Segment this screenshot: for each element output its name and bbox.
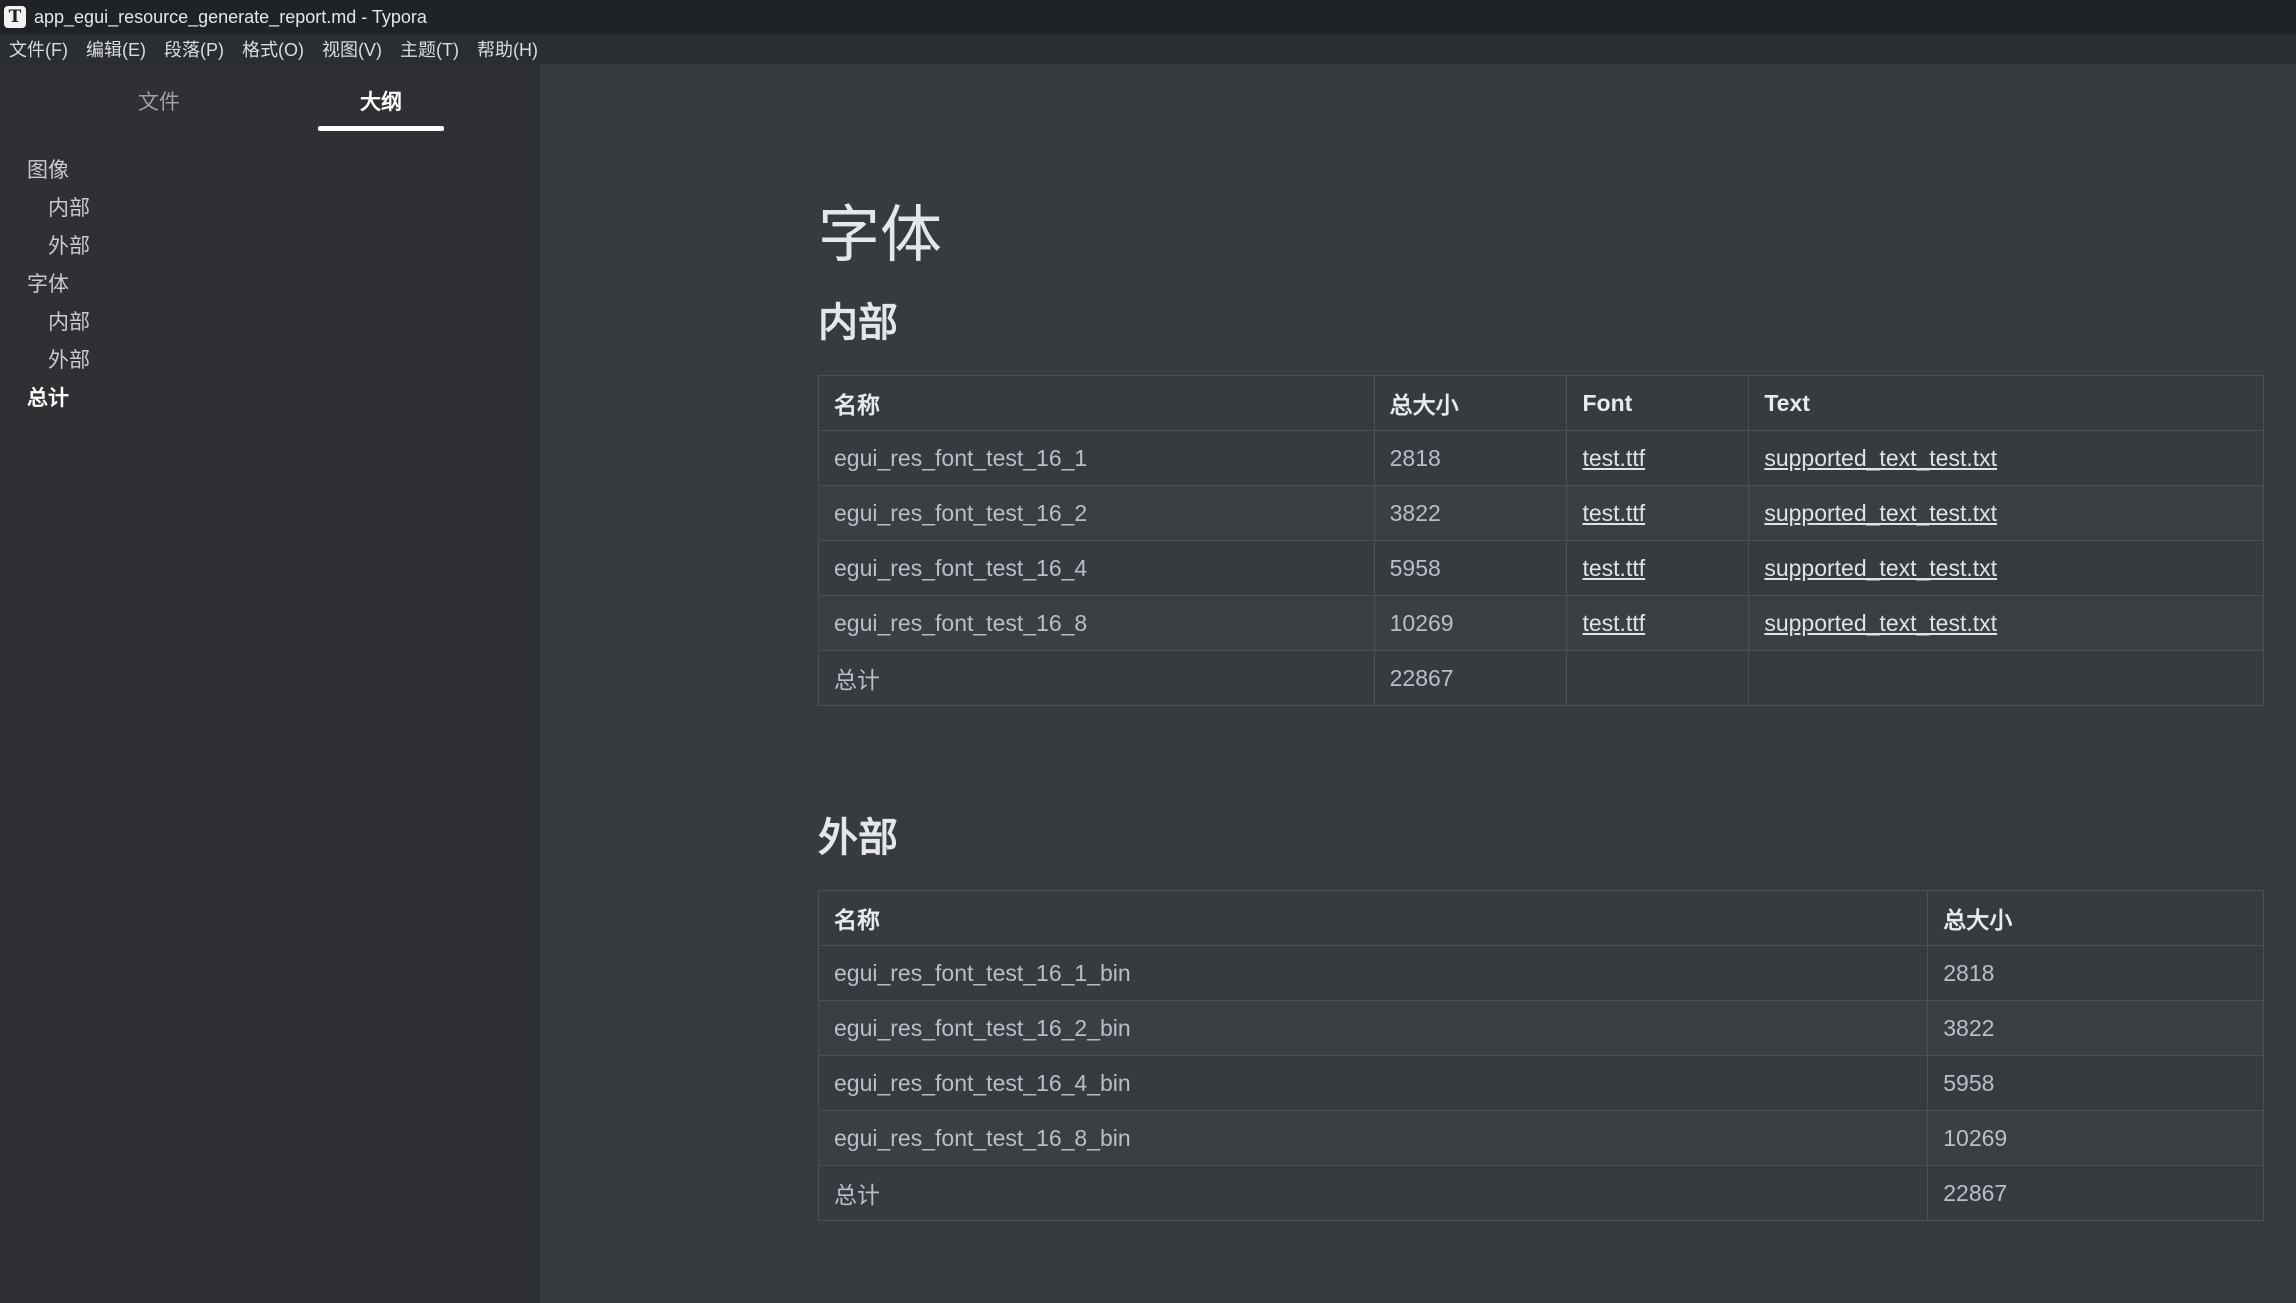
text-file-link[interactable]: supported_text_test.txt <box>1764 555 1997 581</box>
cell-font: test.ttf <box>1566 595 1750 651</box>
tab-outline[interactable]: 大纲 <box>318 86 444 116</box>
column-header-text: Text <box>1748 375 2264 431</box>
heading-external: 外部 <box>818 816 898 860</box>
table-row-total: 总计 22867 <box>817 1165 2264 1221</box>
cell-size: 5958 <box>1927 1055 2264 1111</box>
outline-item-total[interactable]: 总计 <box>0 380 540 418</box>
cell-name: egui_res_font_test_16_8_bin <box>817 1110 1929 1166</box>
typora-app-icon: T <box>4 6 26 28</box>
cell-font: test.ttf <box>1566 430 1750 486</box>
cell-text: supported_text_test.txt <box>1748 540 2264 596</box>
outline-item-images-internal[interactable]: 内部 <box>0 190 540 228</box>
cell-text: supported_text_test.txt <box>1748 595 2264 651</box>
cell-text: supported_text_test.txt <box>1748 485 2264 541</box>
outline-item-images[interactable]: 图像 <box>0 152 540 190</box>
outline-item-images-external[interactable]: 外部 <box>0 228 540 266</box>
cell-text <box>1748 650 2264 706</box>
title-bar: T app_egui_resource_generate_report.md -… <box>0 0 2296 34</box>
column-header-font: Font <box>1566 375 1750 431</box>
column-header-name: 名称 <box>818 375 1375 431</box>
cell-name: egui_res_font_test_16_4_bin <box>817 1055 1929 1111</box>
cell-size: 2818 <box>1927 945 2264 1001</box>
editor-area[interactable]: 字体 内部 名称 总大小 Font Text egui_res_font_tes… <box>540 64 2296 1303</box>
external-fonts-table: 名称 总大小 egui_res_font_test_16_1_bin 2818 … <box>817 890 2264 1221</box>
outline-list: 图像 内部 外部 字体 内部 外部 总计 <box>0 152 540 418</box>
outline-item-fonts-external[interactable]: 外部 <box>0 342 540 380</box>
cell-name: 总计 <box>817 1165 1929 1221</box>
table-row: egui_res_font_test_16_8_bin 10269 <box>817 1110 2264 1166</box>
table-row: egui_res_font_test_16_4_bin 5958 <box>817 1055 2264 1111</box>
menu-view[interactable]: 视图(V) <box>313 36 391 62</box>
outline-item-fonts-internal[interactable]: 内部 <box>0 304 540 342</box>
table-row: egui_res_font_test_16_2_bin 3822 <box>817 1000 2264 1056</box>
cell-name: egui_res_font_test_16_4 <box>818 540 1375 596</box>
cell-name: egui_res_font_test_16_2_bin <box>817 1000 1929 1056</box>
column-header-size: 总大小 <box>1373 375 1568 431</box>
menu-format[interactable]: 格式(O) <box>233 36 313 62</box>
cell-size: 22867 <box>1373 650 1568 706</box>
window-title: app_egui_resource_generate_report.md - T… <box>34 6 427 27</box>
table-row: egui_res_font_test_16_2 3822 test.ttf su… <box>818 485 2264 541</box>
column-header-size: 总大小 <box>1927 890 2264 946</box>
cell-name: egui_res_font_test_16_1_bin <box>817 945 1929 1001</box>
cell-font: test.ttf <box>1566 485 1750 541</box>
text-file-link[interactable]: supported_text_test.txt <box>1764 500 1997 526</box>
cell-name: egui_res_font_test_16_2 <box>818 485 1375 541</box>
menu-file[interactable]: 文件(F) <box>0 36 77 62</box>
cell-font: test.ttf <box>1566 540 1750 596</box>
sidebar: 文件 大纲 图像 内部 外部 字体 内部 外部 总计 <box>0 64 540 1303</box>
heading-fonts: 字体 <box>818 201 943 270</box>
text-file-link[interactable]: supported_text_test.txt <box>1764 610 1997 636</box>
column-header-name: 名称 <box>817 890 1929 946</box>
outline-item-fonts[interactable]: 字体 <box>0 266 540 304</box>
table-row: egui_res_font_test_16_4 5958 test.ttf su… <box>818 540 2264 596</box>
cell-text: supported_text_test.txt <box>1748 430 2264 486</box>
cell-font <box>1566 650 1750 706</box>
text-file-link[interactable]: supported_text_test.txt <box>1764 445 1997 471</box>
cell-name: egui_res_font_test_16_1 <box>818 430 1375 486</box>
cell-size: 5958 <box>1373 540 1568 596</box>
menu-theme[interactable]: 主题(T) <box>391 36 468 62</box>
cell-size: 2818 <box>1373 430 1568 486</box>
table-row: egui_res_font_test_16_8 10269 test.ttf s… <box>818 595 2264 651</box>
font-file-link[interactable]: test.ttf <box>1582 555 1645 581</box>
menu-help[interactable]: 帮助(H) <box>468 36 547 62</box>
table-row: egui_res_font_test_16_1_bin 2818 <box>817 945 2264 1001</box>
cell-size: 10269 <box>1927 1110 2264 1166</box>
active-tab-indicator <box>318 126 444 131</box>
menu-bar: 文件(F) 编辑(E) 段落(P) 格式(O) 视图(V) 主题(T) 帮助(H… <box>0 34 2296 64</box>
internal-fonts-table: 名称 总大小 Font Text egui_res_font_test_16_1… <box>818 375 2264 706</box>
tab-files[interactable]: 文件 <box>138 86 180 116</box>
cell-name: 总计 <box>818 650 1375 706</box>
font-file-link[interactable]: test.ttf <box>1582 610 1645 636</box>
cell-size: 10269 <box>1373 595 1568 651</box>
font-file-link[interactable]: test.ttf <box>1582 445 1645 471</box>
cell-name: egui_res_font_test_16_8 <box>818 595 1375 651</box>
table-row-total: 总计 22867 <box>818 650 2264 706</box>
cell-size: 22867 <box>1927 1165 2264 1221</box>
table-header-row: 名称 总大小 Font Text <box>818 375 2264 431</box>
cell-size: 3822 <box>1927 1000 2264 1056</box>
menu-paragraph[interactable]: 段落(P) <box>155 36 233 62</box>
menu-edit[interactable]: 编辑(E) <box>77 36 155 62</box>
table-row: egui_res_font_test_16_1 2818 test.ttf su… <box>818 430 2264 486</box>
sidebar-tabs: 文件 大纲 <box>0 64 540 134</box>
heading-internal: 内部 <box>818 301 898 345</box>
font-file-link[interactable]: test.ttf <box>1582 500 1645 526</box>
table-header-row: 名称 总大小 <box>817 890 2264 946</box>
cell-size: 3822 <box>1373 485 1568 541</box>
